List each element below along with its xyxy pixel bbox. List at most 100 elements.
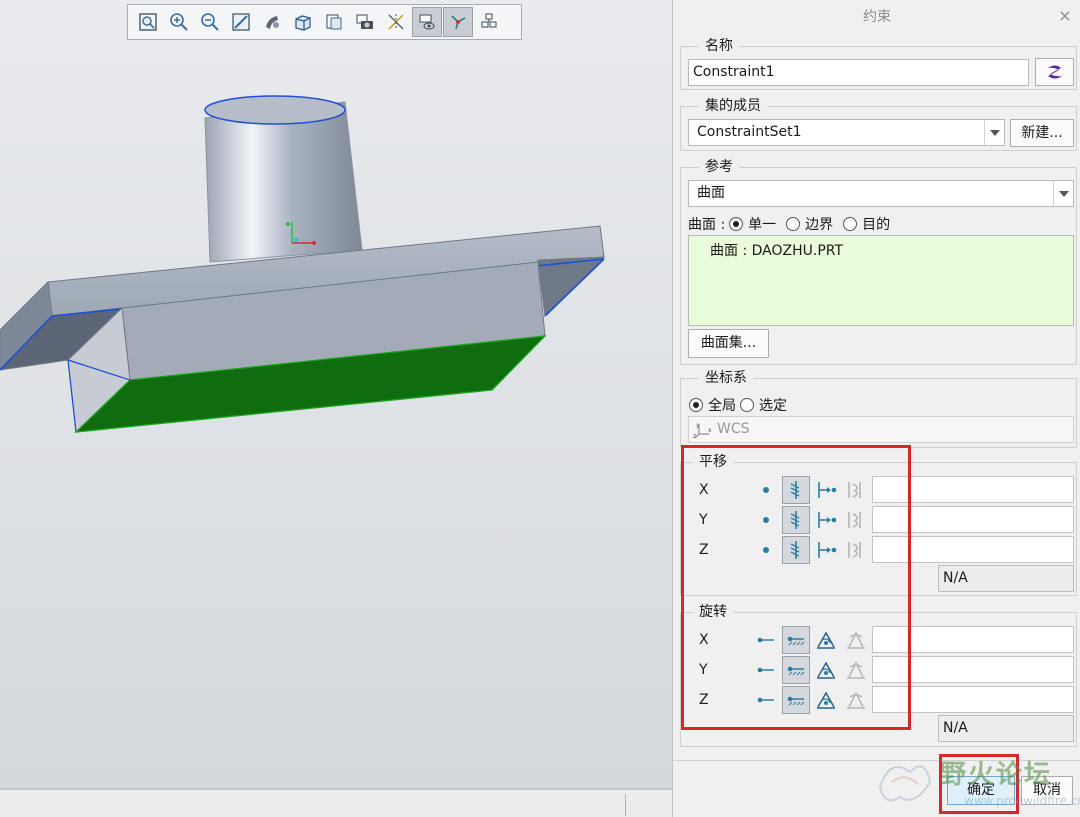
csys-legend: 坐标系	[699, 370, 753, 386]
radio-selected-label: 选定	[759, 398, 787, 414]
radio-global[interactable]	[689, 398, 703, 412]
periodic-rotation-icon[interactable]	[842, 626, 870, 654]
periodic-rotation-icon[interactable]	[842, 686, 870, 714]
color-picker-button[interactable]	[1035, 58, 1074, 86]
free-rotation-icon[interactable]	[752, 626, 780, 654]
constraint-set-value: ConstraintSet1	[697, 124, 802, 140]
cylinder-body	[204, 101, 363, 263]
rotation-y-label: Y	[699, 662, 708, 678]
radio-intent[interactable]	[843, 217, 858, 231]
cylinder-top	[204, 95, 346, 125]
translation-y-value[interactable]	[872, 506, 1074, 533]
chevron-down-icon[interactable]	[984, 120, 1004, 145]
rotation-z-value[interactable]	[872, 686, 1074, 713]
reference-type-value: 曲面	[697, 185, 725, 201]
view-toolbar	[127, 4, 522, 40]
fixed-translation-icon[interactable]	[782, 536, 810, 564]
repaint-icon[interactable]	[226, 7, 256, 37]
translation-z-value[interactable]	[872, 536, 1074, 563]
translation-x-value[interactable]	[872, 476, 1074, 503]
list-item[interactable]: 曲面 : DAOZHU.PRT	[710, 240, 843, 260]
color-swatch-icon	[1047, 65, 1062, 79]
csys-icon: y x z	[693, 422, 712, 440]
free-dot-icon[interactable]	[752, 506, 780, 534]
set-member-legend: 集的成员	[699, 98, 767, 114]
constraint-display-icon[interactable]	[412, 7, 442, 37]
name-legend: 名称	[699, 38, 739, 54]
svg-text:y: y	[696, 422, 700, 429]
rotation-x-label: X	[699, 632, 709, 648]
radio-single-label: 单一	[748, 217, 777, 233]
surface-set-button[interactable]: 曲面集...	[688, 329, 769, 358]
csys-group: 坐标系 全局 选定 y x z WCS	[680, 370, 1077, 448]
radio-boundary[interactable]	[786, 217, 801, 231]
translation-z-label: Z	[699, 542, 709, 558]
translation-legend: 平移	[693, 454, 733, 470]
datum-display-icon[interactable]	[381, 7, 411, 37]
radio-selected[interactable]	[740, 398, 754, 412]
close-icon[interactable]: ×	[1058, 8, 1072, 24]
reference-legend: 参考	[699, 159, 739, 175]
prescribed-translation-icon[interactable]	[812, 476, 840, 504]
status-bar	[0, 788, 672, 817]
svg-text:z: z	[693, 433, 696, 440]
dialog-title: 约束	[863, 9, 891, 25]
prescribed-rotation-icon[interactable]	[812, 656, 840, 684]
translation-x-label: X	[699, 482, 709, 498]
mesh-display-icon[interactable]	[474, 7, 504, 37]
svg-text:x: x	[708, 427, 712, 434]
zoom-fit-icon[interactable]	[133, 7, 163, 37]
periodic-translation-icon[interactable]	[842, 506, 870, 534]
free-dot-icon[interactable]	[752, 476, 780, 504]
rotation-legend: 旋转	[693, 604, 733, 620]
free-dot-icon[interactable]	[752, 536, 780, 564]
rotation-z-label: Z	[699, 692, 709, 708]
csys-mode-row: 全局 选定	[685, 395, 787, 415]
view-manager-icon[interactable]	[319, 7, 349, 37]
fixed-translation-icon[interactable]	[782, 506, 810, 534]
chevron-down-icon[interactable]	[1053, 181, 1073, 206]
model-3d-view[interactable]	[0, 0, 672, 790]
csys-field[interactable]: y x z WCS	[688, 416, 1074, 443]
slab-right-wing	[537, 256, 606, 318]
display-style-icon[interactable]	[257, 7, 287, 37]
translation-status: N/A	[938, 565, 1074, 592]
constraint-set-select[interactable]: ConstraintSet1	[688, 119, 1005, 146]
prescribed-rotation-icon[interactable]	[812, 686, 840, 714]
load-display-icon[interactable]	[443, 7, 473, 37]
watermark-url: www.proewildfire.cn	[964, 794, 1080, 808]
name-input[interactable]: Constraint1	[688, 59, 1029, 86]
periodic-translation-icon[interactable]	[842, 476, 870, 504]
radio-single[interactable]	[729, 217, 744, 231]
saved-views-icon[interactable]	[288, 7, 318, 37]
new-set-button[interactable]: 新建...	[1010, 119, 1074, 147]
periodic-rotation-icon[interactable]	[842, 656, 870, 684]
watermark-text: 野火论坛	[940, 760, 1053, 790]
fixed-translation-icon[interactable]	[782, 476, 810, 504]
reference-group: 参考 曲面 曲面 : 单一 边界 目的 曲面 : DAOZHU.PRT 曲面集.…	[680, 159, 1077, 365]
translation-y-label: Y	[699, 512, 708, 528]
graphics-window[interactable]	[0, 0, 672, 790]
reference-mode-row: 曲面 : 单一 边界 目的	[688, 214, 890, 234]
zoom-in-icon[interactable]	[164, 7, 194, 37]
name-group: 名称 Constraint1	[680, 38, 1077, 90]
zoom-out-icon[interactable]	[195, 7, 225, 37]
radio-global-label: 全局	[708, 398, 736, 414]
camera-icon[interactable]	[350, 7, 380, 37]
fixed-rotation-icon[interactable]	[782, 626, 810, 654]
set-member-group: 集的成员 ConstraintSet1 新建...	[680, 98, 1077, 151]
rotation-y-value[interactable]	[872, 656, 1074, 683]
prescribed-translation-icon[interactable]	[812, 536, 840, 564]
free-rotation-icon[interactable]	[752, 656, 780, 684]
reference-type-select[interactable]: 曲面	[688, 180, 1074, 207]
fixed-rotation-icon[interactable]	[782, 686, 810, 714]
fixed-rotation-icon[interactable]	[782, 656, 810, 684]
prescribed-translation-icon[interactable]	[812, 506, 840, 534]
free-rotation-icon[interactable]	[752, 686, 780, 714]
prescribed-rotation-icon[interactable]	[812, 626, 840, 654]
csys-value: WCS	[717, 421, 750, 437]
rotation-x-value[interactable]	[872, 626, 1074, 653]
constraint-dialog: 约束 × 名称 Constraint1 集的成员 ConstraintSet1 …	[672, 0, 1080, 817]
periodic-translation-icon[interactable]	[842, 536, 870, 564]
reference-list[interactable]: 曲面 : DAOZHU.PRT	[688, 235, 1074, 326]
